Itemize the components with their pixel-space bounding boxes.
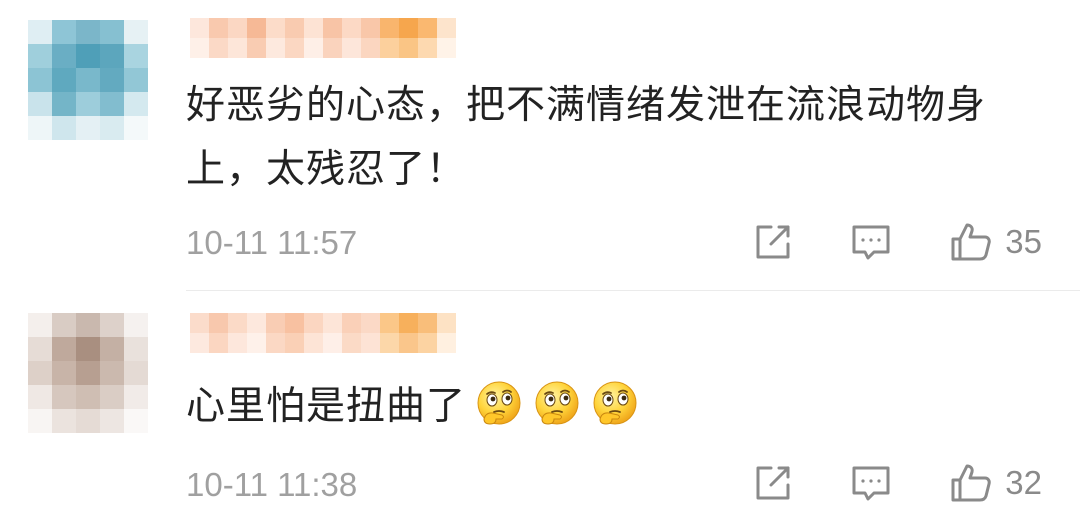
avatar[interactable] [28,313,148,433]
share-icon [751,220,795,264]
like-count: 32 [1005,464,1042,501]
username-pixelated[interactable] [190,18,456,58]
like-button[interactable]: 35 [949,220,1042,264]
comment-actions: 32 [751,459,1042,507]
share-button[interactable] [751,220,795,264]
reply-button[interactable] [849,220,893,264]
comment-text-content: 心里怕是扭曲了 [186,384,467,429]
comment-text: 好恶劣的心态，把不满情绪发泄在流浪动物身上，太残忍了！ [186,83,987,192]
comment-actions: 35 [751,218,1042,266]
reply-button[interactable] [849,461,893,505]
comment-timestamp: 10-11 11:38 [186,466,358,503]
thinking-face-icon [590,379,640,429]
like-button[interactable]: 32 [949,461,1042,505]
comment-icon [849,461,893,505]
comment-icon [849,220,893,264]
comment-text: 心里怕是扭曲了 [186,375,1026,439]
thinking-face-icon [474,379,524,429]
share-button[interactable] [751,461,795,505]
thinking-face-icon [532,379,582,429]
avatar[interactable] [28,20,148,140]
thumbs-up-icon [949,220,993,264]
comment-timestamp: 10-11 11:57 [186,224,358,261]
comment-item: 心里怕是扭曲了 10-11 11:38 32 [0,291,1080,518]
username-pixelated[interactable] [190,313,456,353]
share-icon [751,461,795,505]
comment-item: 好恶劣的心态，把不满情绪发泄在流浪动物身上，太残忍了！ 10-11 11:57 [0,0,1080,290]
thumbs-up-icon [949,461,993,505]
like-count: 35 [1005,223,1042,260]
